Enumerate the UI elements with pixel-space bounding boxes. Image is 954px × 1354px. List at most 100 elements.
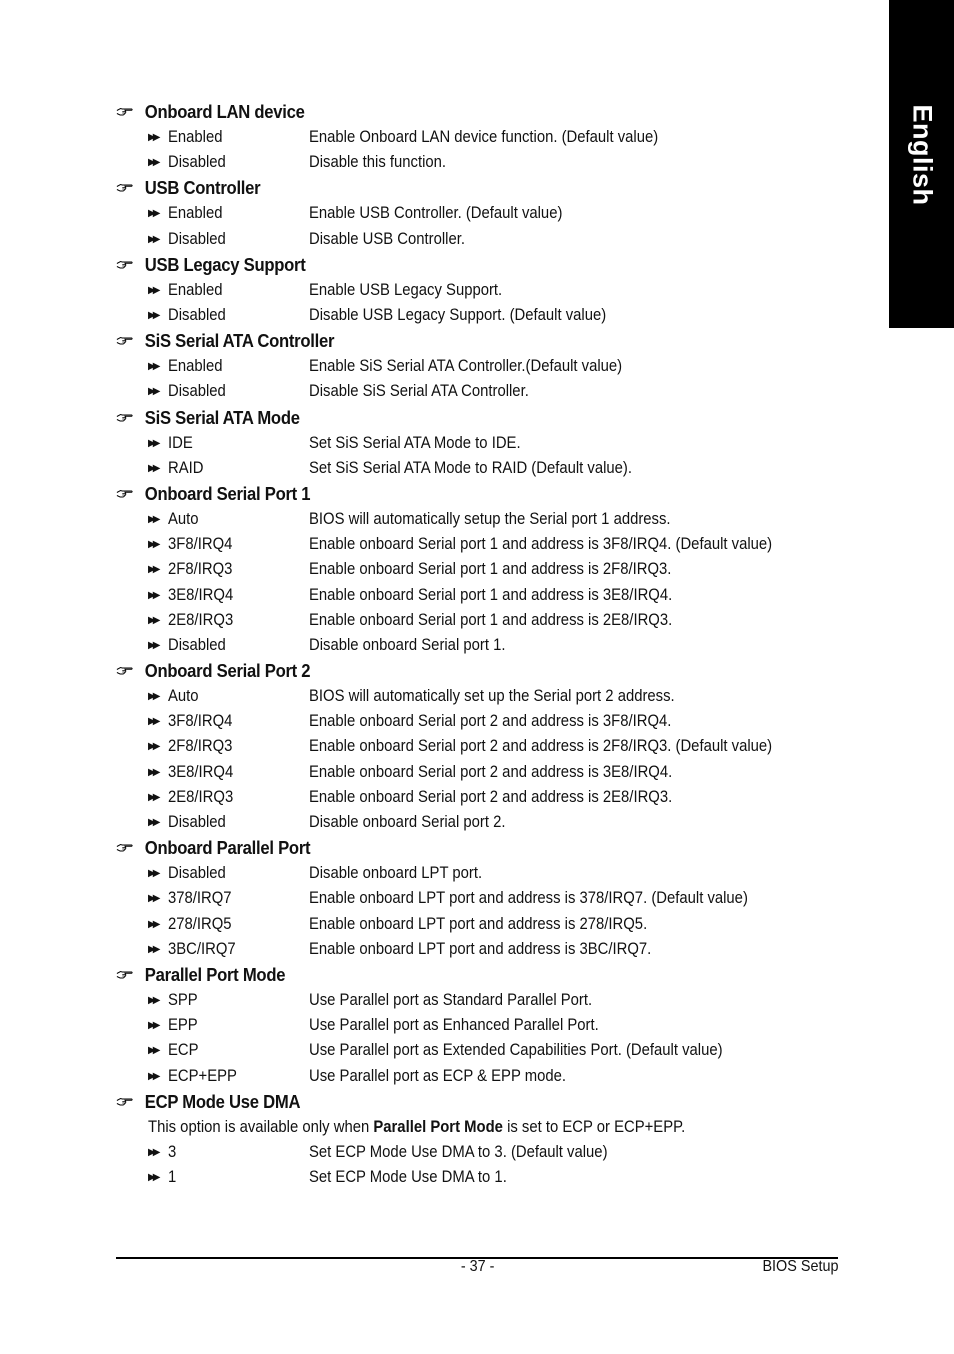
option-value-label: Disabled (168, 864, 226, 883)
setting-title: Onboard LAN device (144, 101, 305, 122)
double-arrow-icon: ▶▶ (148, 386, 160, 398)
option-value-label: 3E8/IRQ4 (168, 762, 234, 781)
option-description: Use Parallel port as Extended Capabiliti… (309, 1041, 723, 1060)
option-row: ▶▶ Auto BIOS will automatically setup th… (116, 507, 836, 532)
pointing-hand-icon (116, 1097, 133, 1107)
option-value: ▶▶ 2F8/IRQ3 (148, 560, 309, 579)
option-value-label: 378/IRQ7 (168, 889, 232, 908)
double-arrow-icon: ▶▶ (148, 1172, 160, 1184)
bios-setting-section: Onboard Serial Port 1 ▶▶ Auto BIOS will … (116, 481, 836, 658)
option-description: Enable onboard LPT port and address is 3… (309, 939, 652, 958)
option-value: ▶▶ 1 (148, 1168, 309, 1187)
option-value: ▶▶ RAID (148, 459, 309, 478)
setting-title: Onboard Serial Port 1 (144, 482, 311, 504)
double-arrow-icon: ▶▶ (148, 208, 160, 220)
option-row: ▶▶ Enabled Enable Onboard LAN device fun… (116, 125, 836, 150)
double-arrow-icon: ▶▶ (148, 284, 160, 296)
double-arrow-icon: ▶▶ (148, 233, 160, 245)
option-value-label: 3BC/IRQ7 (168, 939, 236, 958)
option-description: Enable onboard Serial port 1 and address… (309, 535, 773, 554)
option-value-label: Disabled (168, 813, 226, 832)
double-arrow-icon: ▶▶ (148, 639, 160, 651)
option-value-label: Enabled (168, 280, 223, 299)
option-row: ▶▶ 1 Set ECP Mode Use DMA to 1. (116, 1165, 836, 1190)
pointing-hand-icon (116, 666, 133, 676)
bios-setting-section: SiS Serial ATA Controller ▶▶ Enabled Ena… (116, 328, 836, 404)
option-value: ▶▶ 3F8/IRQ4 (148, 712, 309, 731)
double-arrow-icon: ▶▶ (148, 614, 160, 626)
option-description: Set ECP Mode Use DMA to 3. (Default valu… (309, 1142, 608, 1161)
option-row: ▶▶ Enabled Enable SiS Serial ATA Control… (116, 354, 836, 379)
option-value-label: 3F8/IRQ4 (168, 712, 233, 731)
option-description: Set SiS Serial ATA Mode to RAID (Default… (309, 458, 632, 477)
option-value: ▶▶ EPP (148, 1016, 309, 1035)
option-value-label: 278/IRQ5 (168, 914, 232, 933)
bios-setting-section: ECP Mode Use DMA This option is availabl… (116, 1089, 836, 1191)
option-value: ▶▶ Disabled (148, 382, 309, 401)
double-arrow-icon: ▶▶ (148, 462, 160, 474)
double-arrow-icon: ▶▶ (148, 437, 160, 449)
option-description: Use Parallel port as ECP & EPP mode. (309, 1066, 566, 1085)
option-description: Enable Onboard LAN device function. (Def… (309, 128, 659, 147)
setting-heading: ECP Mode Use DMA (116, 1089, 764, 1115)
option-description: BIOS will automatically set up the Seria… (309, 687, 675, 706)
option-value-label: Auto (168, 687, 199, 706)
option-description: Enable onboard Serial port 2 and address… (309, 737, 773, 756)
option-row: ▶▶ Disabled Disable SiS Serial ATA Contr… (116, 379, 836, 404)
option-value-label: Disabled (168, 306, 226, 325)
option-value-label: Enabled (168, 357, 223, 376)
option-row: ▶▶ Disabled Disable onboard Serial port … (116, 633, 836, 658)
option-value: ▶▶ 3E8/IRQ4 (148, 586, 309, 605)
option-row: ▶▶ 3E8/IRQ4 Enable onboard Serial port 1… (116, 582, 836, 607)
note-text: This option is available only when (148, 1117, 374, 1136)
setting-title: ECP Mode Use DMA (144, 1090, 301, 1112)
option-row: ▶▶ IDE Set SiS Serial ATA Mode to IDE. (116, 431, 836, 456)
language-label: English (907, 104, 937, 206)
double-arrow-icon: ▶▶ (148, 791, 160, 803)
double-arrow-icon: ▶▶ (148, 132, 160, 144)
option-description: Disable SiS Serial ATA Controller. (309, 382, 529, 401)
option-row: ▶▶ 3BC/IRQ7 Enable onboard LPT port and … (116, 937, 836, 962)
option-value-label: RAID (168, 458, 204, 477)
double-arrow-icon: ▶▶ (148, 1020, 160, 1032)
option-value-label: Auto (168, 509, 199, 528)
option-value: ▶▶ Disabled (148, 306, 309, 325)
option-row: ▶▶ ECP Use Parallel port as Extended Cap… (116, 1038, 836, 1063)
double-arrow-icon: ▶▶ (148, 1146, 160, 1158)
double-arrow-icon: ▶▶ (148, 741, 160, 753)
double-arrow-icon: ▶▶ (148, 1045, 160, 1057)
double-arrow-icon: ▶▶ (148, 1070, 160, 1082)
double-arrow-icon: ▶▶ (148, 868, 160, 880)
option-description: Enable onboard Serial port 1 and address… (309, 610, 673, 629)
option-description: Enable onboard Serial port 1 and address… (309, 585, 673, 604)
bios-setting-section: Onboard LAN device ▶▶ Enabled Enable Onb… (116, 99, 836, 175)
option-value: ▶▶ 3 (148, 1143, 309, 1162)
option-description: Set SiS Serial ATA Mode to IDE. (309, 433, 521, 452)
option-value: ▶▶ Disabled (148, 813, 309, 832)
option-value: ▶▶ ECP+EPP (148, 1067, 309, 1086)
option-row: ▶▶ Enabled Enable USB Controller. (Defau… (116, 201, 836, 226)
option-description: Disable this function. (309, 153, 447, 172)
option-description: BIOS will automatically setup the Serial… (309, 509, 671, 528)
option-value-label: 1 (168, 1168, 177, 1187)
option-row: ▶▶ 2E8/IRQ3 Enable onboard Serial port 2… (116, 785, 836, 810)
option-value-label: Disabled (168, 382, 226, 401)
option-value: ▶▶ Enabled (148, 204, 309, 223)
setting-heading: Parallel Port Mode (116, 962, 764, 988)
bios-setting-section: SiS Serial ATA Mode ▶▶ IDE Set SiS Seria… (116, 405, 836, 481)
option-row: ▶▶ 3F8/IRQ4 Enable onboard Serial port 1… (116, 532, 836, 557)
option-value-label: ECP (168, 1041, 199, 1060)
option-value: ▶▶ Disabled (148, 153, 309, 172)
option-value: ▶▶ 3BC/IRQ7 (148, 940, 309, 959)
option-value: ▶▶ Disabled (148, 230, 309, 249)
option-value: ▶▶ Enabled (148, 128, 309, 147)
option-description: Disable USB Legacy Support. (Default val… (309, 306, 607, 325)
option-description: Enable onboard Serial port 2 and address… (309, 787, 673, 806)
option-description: Enable SiS Serial ATA Controller.(Defaul… (309, 357, 623, 376)
double-arrow-icon: ▶▶ (148, 893, 160, 905)
option-description: Enable onboard LPT port and address is 3… (309, 889, 748, 908)
option-value: ▶▶ ECP (148, 1041, 309, 1060)
pointing-hand-icon (116, 336, 133, 346)
option-row: ▶▶ 378/IRQ7 Enable onboard LPT port and … (116, 886, 836, 911)
footer-title: BIOS Setup (754, 1258, 838, 1276)
